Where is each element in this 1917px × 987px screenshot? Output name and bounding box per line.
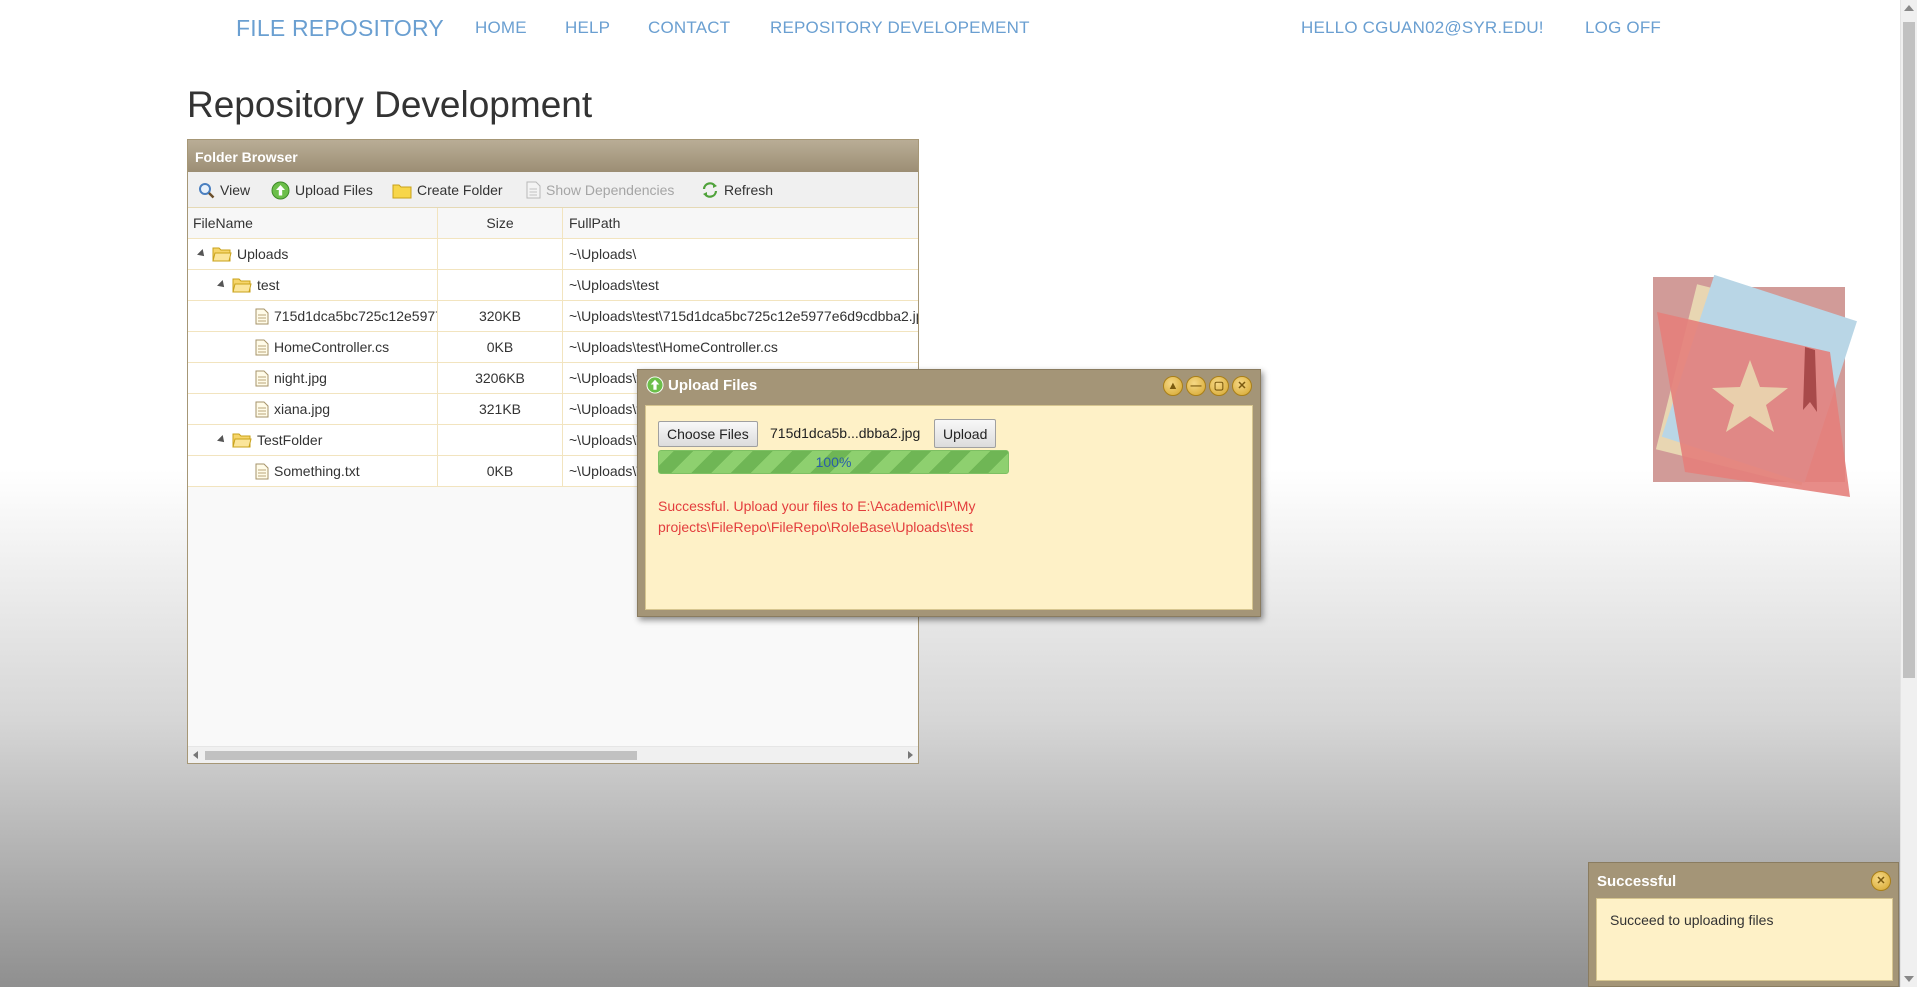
upload-arrow-icon — [271, 181, 290, 199]
expand-toggle-icon[interactable] — [217, 435, 227, 445]
upload-status-message: Successful. Upload your files to E:\Acad… — [658, 498, 976, 535]
create-folder-button-label: Create Folder — [417, 182, 503, 198]
refresh-button-label: Refresh — [724, 182, 774, 198]
filename-column-header[interactable]: FileName — [188, 208, 438, 238]
create-folder-button[interactable]: Create Folder — [392, 180, 503, 200]
row-filename: test — [257, 277, 280, 293]
upload-files-dialog: Upload Files ▲ — ▢ ✕ Choose Files 715d1d… — [637, 369, 1261, 617]
row-filename: TestFolder — [257, 432, 323, 448]
file-icon — [255, 370, 269, 386]
row-filename: night.jpg — [274, 370, 327, 386]
horizontal-scrollbar[interactable] — [188, 746, 918, 763]
row-filename: 715d1dca5bc725c12e5977e6d9cdbba2.jpg — [274, 308, 437, 324]
notification-body: Succeed to uploading files — [1596, 898, 1893, 981]
top-nav: FILE REPOSITORY HOME HELP CONTACT REPOSI… — [0, 0, 1900, 56]
row-fullpath: ~\Uploads\test — [569, 277, 659, 293]
success-notification: Successful ✕ Succeed to uploading files — [1588, 862, 1899, 987]
scroll-left-icon[interactable] — [193, 751, 198, 759]
upload-progress-bar: 100% — [658, 450, 1009, 474]
scrollbar-thumb[interactable] — [205, 751, 637, 760]
table-row[interactable]: Uploads ~\Uploads\ — [188, 239, 918, 270]
file-icon — [255, 339, 269, 355]
nav-contact-link[interactable]: CONTACT — [648, 18, 730, 38]
table-row[interactable]: test ~\Uploads\test — [188, 270, 918, 301]
scroll-down-icon[interactable] — [1904, 976, 1914, 982]
dialog-window-controls: ▲ — ▢ ✕ — [1160, 376, 1252, 396]
size-column-header[interactable]: Size — [438, 208, 563, 238]
view-button-label: View — [220, 182, 251, 198]
nav-help-link[interactable]: HELP — [565, 18, 610, 38]
folder-browser-toolbar: View Upload Files Create Folder Show Dep… — [188, 172, 918, 208]
folder-browser-title: Folder Browser — [188, 140, 918, 172]
upload-files-button[interactable]: Upload Files — [271, 180, 373, 200]
collapse-icon[interactable]: ▲ — [1163, 376, 1183, 396]
row-fullpath: ~\Uploads\ — [569, 246, 637, 262]
scroll-right-icon[interactable] — [908, 751, 913, 759]
document-icon — [526, 181, 541, 199]
view-button[interactable]: View — [198, 180, 250, 200]
folder-open-icon — [212, 247, 232, 262]
refresh-button[interactable]: Refresh — [701, 180, 773, 200]
close-icon[interactable]: ✕ — [1871, 871, 1891, 891]
scroll-up-icon[interactable] — [1904, 5, 1914, 11]
show-dependencies-button-label: Show Dependencies — [546, 182, 675, 198]
scrollbar-thumb[interactable] — [1903, 22, 1915, 678]
refresh-icon — [702, 182, 718, 198]
expand-toggle-icon[interactable] — [197, 249, 207, 259]
close-icon[interactable]: ✕ — [1232, 376, 1252, 396]
row-size: 3206KB — [438, 363, 563, 393]
row-size: 0KB — [438, 332, 563, 362]
row-fullpath: ~\Uploads\test\715d1dca5bc725c12e5977e6d… — [569, 308, 919, 324]
table-row[interactable]: HomeController.cs 0KB ~\Uploads\test\Hom… — [188, 332, 918, 363]
selected-file-name: 715d1dca5b...dbba2.jpg — [770, 425, 921, 441]
nav-home-link[interactable]: HOME — [475, 18, 527, 38]
row-filename: HomeController.cs — [274, 339, 390, 355]
row-size — [438, 425, 563, 455]
row-size: 320KB — [438, 301, 563, 331]
row-filename: Uploads — [237, 246, 289, 262]
row-filename: xiana.jpg — [274, 401, 331, 417]
file-icon — [255, 401, 269, 417]
dialog-title: Upload Files — [668, 376, 758, 394]
table-row[interactable]: 715d1dca5bc725c12e5977e6d9cdbba2.jpg 320… — [188, 301, 919, 332]
row-size: 321KB — [438, 394, 563, 424]
user-greeting-link[interactable]: HELLO CGUAN02@SYR.EDU! — [1301, 18, 1544, 38]
nav-repository-development-link[interactable]: REPOSITORY DEVELOPEMENT — [770, 18, 1030, 38]
row-size — [438, 270, 563, 300]
page-title: Repository Development — [187, 84, 593, 125]
dialog-body: Choose Files 715d1dca5b...dbba2.jpg Uplo… — [645, 405, 1253, 610]
upload-files-button-label: Upload Files — [295, 182, 373, 198]
magnifier-icon — [199, 182, 215, 198]
logoff-link[interactable]: LOG OFF — [1585, 18, 1661, 38]
page-vertical-scrollbar[interactable] — [1900, 0, 1917, 987]
favorite-folder-illustration — [1653, 274, 1857, 497]
choose-files-button[interactable]: Choose Files — [658, 421, 758, 447]
dialog-titlebar[interactable]: Upload Files — [646, 376, 757, 394]
upload-button[interactable]: Upload — [934, 419, 997, 448]
fullpath-column-header[interactable]: FullPath — [563, 208, 918, 238]
folder-open-icon — [232, 278, 252, 293]
folder-icon — [392, 184, 412, 198]
notification-message: Succeed to uploading files — [1610, 912, 1774, 928]
row-size: 0KB — [438, 456, 563, 486]
show-dependencies-button[interactable]: Show Dependencies — [526, 180, 674, 200]
notification-title: Successful — [1597, 873, 1677, 890]
file-icon — [255, 463, 269, 479]
row-filename: Something.txt — [274, 463, 360, 479]
minimize-icon[interactable]: — — [1186, 376, 1206, 396]
folder-open-icon — [232, 433, 252, 448]
row-fullpath: ~\Uploads\test\HomeController.cs — [569, 339, 778, 355]
brand-link[interactable]: FILE REPOSITORY — [236, 15, 444, 42]
upload-arrow-icon — [646, 376, 664, 394]
maximize-icon[interactable]: ▢ — [1209, 376, 1229, 396]
progress-text: 100% — [815, 454, 852, 470]
expand-toggle-icon[interactable] — [217, 280, 227, 290]
grid-header: FileName Size FullPath — [188, 208, 918, 239]
file-icon — [255, 308, 269, 324]
row-size — [438, 239, 563, 269]
